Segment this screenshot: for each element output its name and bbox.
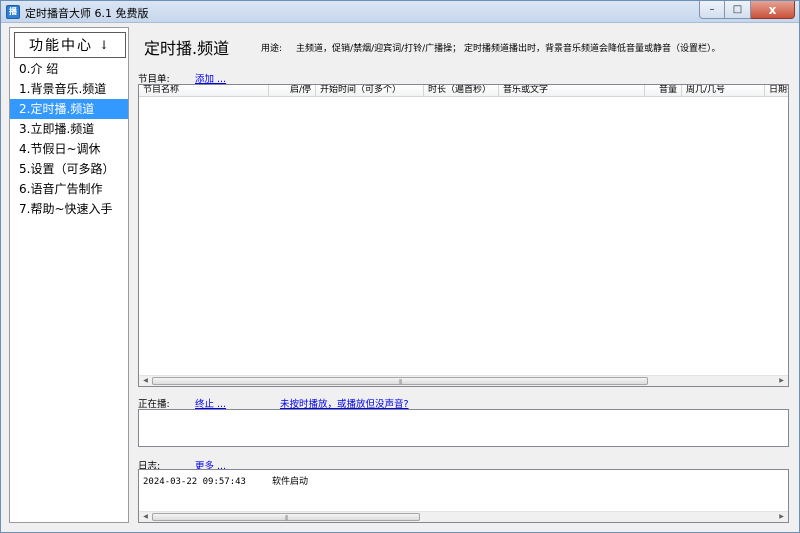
scroll-left-icon[interactable]: ◀ [140,376,151,386]
minimize-button[interactable]: – [699,1,725,19]
main-panel: 定时播.频道 用途: 主频道，促销/禁烟/迎宾词/打铃/广播操； 定时播频道播出时… [131,24,799,532]
sidebar-header[interactable]: 功能中心 ↓ [14,32,126,58]
window-controls: – □ x [699,1,795,19]
title-bar[interactable]: 播 定时播音大师 6.1 免费版 – □ x [1,1,799,23]
log-message: 软件启动 [271,477,308,487]
column-header-enabled[interactable]: 启/停 [269,85,316,97]
add-program-link[interactable]: 添加 ... [195,71,226,85]
menu-item-intro[interactable]: 0.介 绍 [10,59,128,79]
menu-item-voice-ads[interactable]: 6.语音广告制作 [10,179,128,199]
program-list-header: 节目名称 启/停 开始时间（可多个） 时长（遍首秒） 音乐或文字 音量 周几/几… [139,85,788,97]
stop-playing-link[interactable]: 终止 ... [195,396,226,410]
column-header-content[interactable]: 音乐或文字 [499,85,645,97]
log-entry: 2024-03-22 09:57:43 软件启动 [143,474,308,487]
scroll-left-icon[interactable]: ◀ [140,512,151,522]
now-playing-label: 正在播: [138,399,170,410]
usage-description: 用途: 主频道，促销/禁烟/迎宾词/打铃/广播操； 定时播频道播出时，背景音乐频道… [261,41,721,54]
menu-item-instant-play[interactable]: 3.立即播.频道 [10,119,128,139]
scrollbar-thumb[interactable]: ||| [152,377,648,385]
menu-item-help[interactable]: 7.帮助~快速入手 [10,199,128,219]
client-area: 功能中心 ↓ 0.介 绍 1.背景音乐.频道 2.定时播.频道 3.立即播.频道… [1,24,799,532]
scroll-right-icon[interactable]: ▶ [776,512,787,522]
app-window: 播 定时播音大师 6.1 免费版 – □ x 功能中心 ↓ 0.介 绍 1.背景… [0,0,800,533]
program-list-hscrollbar[interactable]: ◀ ||| ▶ [139,375,788,386]
column-header-volume[interactable]: 音量 [645,85,682,97]
column-header-date-range[interactable]: 日期范 [765,85,788,97]
column-header-name[interactable]: 节目名称 [139,85,269,97]
close-icon: x [768,2,777,17]
maximize-button[interactable]: □ [725,1,751,19]
app-icon: 播 [6,5,20,19]
column-header-weekday[interactable]: 周几/几号 [682,85,765,97]
log-list[interactable]: 2024-03-22 09:57:43 软件启动 ◀ ||| ▶ [138,469,789,523]
column-header-duration[interactable]: 时长（遍首秒） [424,85,499,97]
close-button[interactable]: x [751,1,795,19]
scrollbar-thumb[interactable]: ||| [152,513,420,521]
usage-text: 主频道，促销/禁烟/迎宾词/打铃/广播操； 定时播频道播出时，背景音乐频道会降低… [296,44,721,54]
menu-item-settings[interactable]: 5.设置（可多路） [10,159,128,179]
page-title: 定时播.频道 [144,39,230,58]
usage-label: 用途: [261,44,283,54]
scroll-right-icon[interactable]: ▶ [776,376,787,386]
sidebar: 功能中心 ↓ 0.介 绍 1.背景音乐.频道 2.定时播.频道 3.立即播.频道… [9,27,129,523]
program-list[interactable]: 节目名称 启/停 开始时间（可多个） 时长（遍首秒） 音乐或文字 音量 周几/几… [138,84,789,387]
now-playing-box [138,409,789,447]
maximize-icon: □ [732,4,743,15]
grip-icon: ||| [398,379,402,385]
column-header-start-time[interactable]: 开始时间（可多个） [316,85,424,97]
menu-item-holidays[interactable]: 4.节假日~调休 [10,139,128,159]
playback-help-link[interactable]: 未按时播放，或播放但没声音? [280,396,409,410]
grip-icon: ||| [284,515,288,521]
window-title: 定时播音大师 6.1 免费版 [25,7,149,20]
minimize-icon: – [709,4,715,15]
menu-item-scheduled-play[interactable]: 2.定时播.频道 [10,99,128,119]
log-time: 2024-03-22 09:57:43 [143,477,246,487]
menu-item-background-music[interactable]: 1.背景音乐.频道 [10,79,128,99]
sidebar-header-label: 功能中心 [28,38,93,54]
log-hscrollbar[interactable]: ◀ ||| ▶ [139,511,788,522]
program-list-label: 节目单: [138,74,170,85]
arrow-down-icon: ↓ [98,38,112,52]
function-menu: 0.介 绍 1.背景音乐.频道 2.定时播.频道 3.立即播.频道 4.节假日~… [10,59,128,219]
